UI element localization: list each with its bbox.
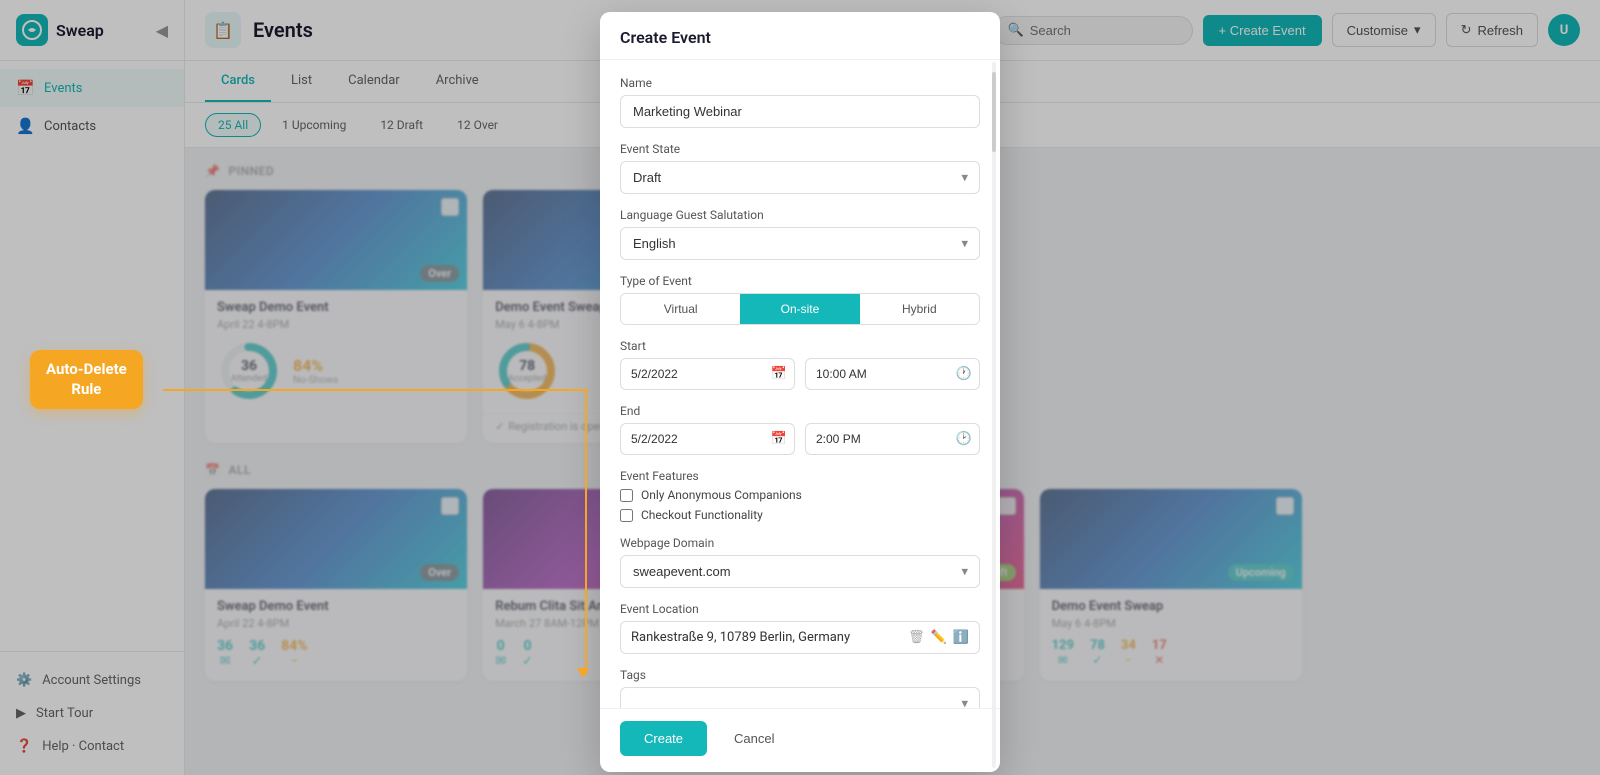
start-time-input[interactable] [805, 358, 980, 390]
end-time-wrap: 🕑 [805, 423, 980, 455]
start-date-time-row: 📅 🕐 [620, 358, 980, 390]
type-of-event-group: Type of Event Virtual On-site Hybrid [620, 274, 980, 325]
lang-salutation-select[interactable]: English German [620, 227, 980, 260]
webpage-domain-select[interactable]: sweapevent.com [620, 555, 980, 588]
tags-label: Tags [620, 668, 980, 682]
cancel-button[interactable]: Cancel [717, 721, 791, 756]
create-event-modal: Create Event Name Event State Draft Publ… [600, 12, 1000, 772]
arrow-line-vertical [585, 389, 587, 674]
calendar-icon-start: 📅 [771, 367, 787, 382]
type-virtual-btn[interactable]: Virtual [621, 294, 740, 324]
name-label: Name [620, 76, 980, 90]
tags-select-wrap [620, 687, 980, 708]
type-hybrid-btn[interactable]: Hybrid [860, 294, 979, 324]
anon-companions-checkbox[interactable] [620, 489, 633, 502]
anon-companions-group: Only Anonymous Companions [620, 488, 980, 502]
event-state-group: Event State Draft Published [620, 142, 980, 194]
delete-location-icon[interactable]: 🗑 [908, 630, 925, 645]
start-group: Start 📅 🕐 [620, 339, 980, 390]
arrow-tip [577, 668, 589, 678]
lang-salutation-label: Language Guest Salutation [620, 208, 980, 222]
modal-title: Create Event [620, 28, 711, 47]
event-location-display: Rankestraße 9, 10789 Berlin, Germany 🗑 ✏… [620, 621, 980, 654]
end-date-input[interactable] [620, 423, 795, 455]
end-group: End 📅 🕑 [620, 404, 980, 455]
tags-group: Tags [620, 668, 980, 708]
event-features-label: Event Features [620, 469, 980, 483]
name-input[interactable] [620, 95, 980, 128]
name-group: Name [620, 76, 980, 128]
anon-companions-label: Only Anonymous Companions [641, 488, 802, 502]
lang-salutation-select-wrap: English German [620, 227, 980, 260]
event-features-group: Event Features Only Anonymous Companions… [620, 469, 980, 522]
start-time-wrap: 🕐 [805, 358, 980, 390]
type-toggle-group: Virtual On-site Hybrid [620, 293, 980, 325]
auto-delete-tooltip: Auto-DeleteRule [30, 350, 143, 409]
modal-scrollbar-track [992, 62, 996, 768]
lang-salutation-group: Language Guest Salutation English German [620, 208, 980, 260]
modal-footer: Create Cancel [600, 708, 1000, 772]
modal-body: Name Event State Draft Published Languag… [600, 60, 1000, 708]
type-onsite-btn[interactable]: On-site [740, 294, 859, 324]
webpage-domain-select-wrap: sweapevent.com [620, 555, 980, 588]
event-state-select[interactable]: Draft Published [620, 161, 980, 194]
create-button[interactable]: Create [620, 721, 707, 756]
modal-header: Create Event [600, 12, 1000, 60]
type-of-event-label: Type of Event [620, 274, 980, 288]
checkout-functionality-group: Checkout Functionality [620, 508, 980, 522]
event-location-label: Event Location [620, 602, 980, 616]
end-label: End [620, 404, 980, 418]
modal-scrollbar-thumb[interactable] [992, 72, 996, 152]
end-time-input[interactable] [805, 423, 980, 455]
checkout-checkbox[interactable] [620, 509, 633, 522]
tags-select[interactable] [620, 687, 980, 708]
arrow-line-horizontal [163, 389, 588, 391]
clock-icon-start: 🕐 [956, 367, 972, 382]
start-date-wrap: 📅 [620, 358, 795, 390]
event-location-group: Event Location Rankestraße 9, 10789 Berl… [620, 602, 980, 654]
edit-location-icon[interactable]: ✏️ [931, 630, 947, 645]
info-location-icon[interactable]: ℹ️ [953, 630, 969, 645]
start-date-input[interactable] [620, 358, 795, 390]
end-date-wrap: 📅 [620, 423, 795, 455]
calendar-icon-end: 📅 [771, 432, 787, 447]
event-state-select-wrap: Draft Published [620, 161, 980, 194]
event-location-text: Rankestraße 9, 10789 Berlin, Germany [631, 630, 900, 645]
webpage-domain-label: Webpage Domain [620, 536, 980, 550]
end-date-time-row: 📅 🕑 [620, 423, 980, 455]
clock-icon-end: 🕑 [956, 432, 972, 447]
start-label: Start [620, 339, 980, 353]
event-state-label: Event State [620, 142, 980, 156]
checkout-label: Checkout Functionality [641, 508, 763, 522]
webpage-domain-group: Webpage Domain sweapevent.com [620, 536, 980, 588]
